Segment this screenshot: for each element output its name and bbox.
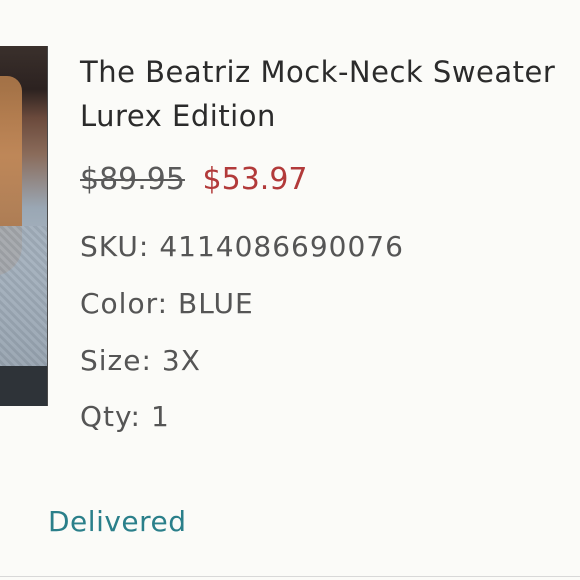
order-item-card: The Beatriz Mock-Neck Sweater Lurex Edit… xyxy=(0,0,580,580)
product-image[interactable] xyxy=(0,46,48,406)
product-image-sweater xyxy=(0,226,47,376)
divider xyxy=(0,576,580,577)
original-price: $89.95 xyxy=(80,162,185,197)
sku-label: SKU: xyxy=(80,230,150,263)
color-label: Color: xyxy=(80,287,169,320)
sku-row: SKU: 4114086690076 xyxy=(80,229,404,265)
price-row: $89.95 $53.97 xyxy=(80,160,308,200)
delivery-status: Delivered xyxy=(48,505,187,538)
color-row: Color: BLUE xyxy=(80,286,254,322)
qty-row: Qty: 1 xyxy=(80,399,170,435)
sale-price: $53.97 xyxy=(202,162,308,197)
product-image-bottom xyxy=(0,366,47,406)
qty-value: 1 xyxy=(150,400,170,433)
color-value: BLUE xyxy=(178,287,254,320)
size-value: 3X xyxy=(161,344,201,377)
sku-value: 4114086690076 xyxy=(159,230,404,263)
size-label: Size: xyxy=(80,344,152,377)
product-title-line2: Lurex Edition xyxy=(80,99,276,133)
size-row: Size: 3X xyxy=(80,343,201,379)
product-title-line1: The Beatriz Mock-Neck Sweater xyxy=(80,55,556,89)
qty-label: Qty: xyxy=(80,400,141,433)
product-title[interactable]: The Beatriz Mock-Neck Sweater Lurex Edit… xyxy=(80,50,580,138)
